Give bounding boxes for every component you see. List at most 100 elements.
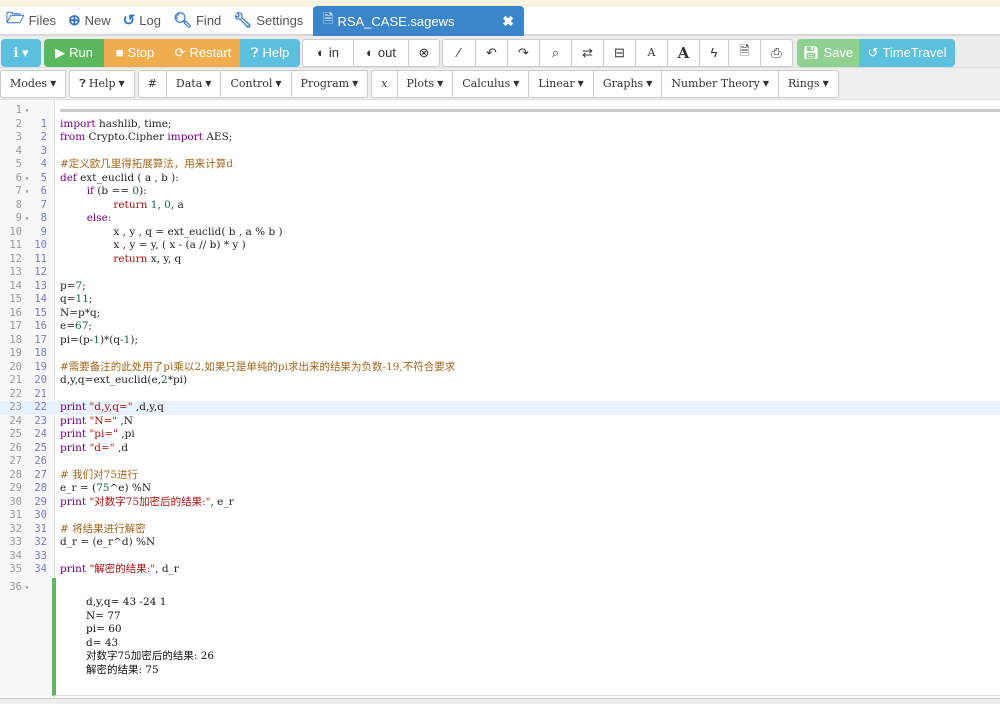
fold-arrow-icon[interactable]: ▾ bbox=[22, 212, 32, 226]
line-number: 31 bbox=[9, 509, 22, 521]
code-text: N=p*q; bbox=[60, 306, 101, 319]
code-line[interactable]: 22 21 bbox=[0, 388, 1000, 402]
tab-rsa-case[interactable]: 🗎 RSA_CASE.sagews ✖ bbox=[313, 6, 524, 36]
menu-control[interactable]: Control ▼ bbox=[220, 69, 292, 98]
replace-button[interactable]: ⇄ bbox=[571, 38, 604, 67]
nav-log[interactable]: ↺ Log bbox=[117, 6, 167, 34]
code-line[interactable]: 12 11 return x, y, q bbox=[0, 253, 1000, 267]
nav-find[interactable]: 🔍︎ Find bbox=[167, 6, 227, 34]
restart-button[interactable]: ⟳ Restart bbox=[166, 38, 240, 67]
line-number: 24 bbox=[9, 414, 22, 427]
code-line[interactable]: 24 23 print "N=" ,N bbox=[0, 415, 1000, 429]
code-line[interactable]: 33 32 d_r = (e_r^d) %N bbox=[0, 536, 1000, 550]
code-line[interactable]: 31 30 bbox=[0, 509, 1000, 523]
code-line[interactable]: 10 9 x , y , q = ext_euclid( b , a % b ) bbox=[0, 226, 1000, 240]
code-line[interactable]: 1 ▾ bbox=[0, 104, 1000, 118]
code-line[interactable]: 13 12 bbox=[0, 266, 1000, 280]
help-button[interactable]: ❓︎ Help bbox=[240, 38, 300, 67]
pdf-button[interactable]: 🗎 bbox=[728, 38, 761, 67]
code-line[interactable]: 25 24 print "pi=" ,pi bbox=[0, 428, 1000, 442]
font-larger-button[interactable]: A bbox=[667, 38, 700, 67]
editor-bottom-border bbox=[0, 698, 1000, 704]
menu-help[interactable]: ❓︎ Help ▼ bbox=[69, 69, 135, 98]
code-line[interactable]: 15 14 q=11; bbox=[0, 293, 1000, 307]
line-number: 36 bbox=[9, 581, 22, 593]
line-number: 15 bbox=[9, 293, 22, 305]
code-line[interactable]: 17 16 e=67; bbox=[0, 320, 1000, 334]
toggle-input-button[interactable]: ◐ in bbox=[302, 38, 354, 67]
menu-data[interactable]: Data ▼ bbox=[165, 69, 222, 98]
code-line[interactable]: 26 25 print "d=" ,d bbox=[0, 442, 1000, 456]
code-line[interactable]: 19 18 bbox=[0, 347, 1000, 361]
stop-button[interactable]: ■ Stop bbox=[104, 38, 166, 67]
code-line[interactable]: 43 bbox=[0, 145, 1000, 159]
code-line[interactable]: 6 ▾ 5 def ext_euclid ( a , b ): bbox=[0, 172, 1000, 186]
magic-button[interactable]: ⁄ bbox=[442, 38, 476, 67]
code-line[interactable]: 9 ▾ 8 else: bbox=[0, 212, 1000, 226]
code-line[interactable]: 30 29 print "对数字75加密后的结果:", e_r bbox=[0, 496, 1000, 510]
code-line[interactable]: 21 20 d,y,q=ext_euclid(e,2*pi) bbox=[0, 374, 1000, 388]
code-line[interactable]: 11 10 x , y = y, ( x - (a // b) * y ) bbox=[0, 239, 1000, 253]
code-line[interactable]: 27 26 bbox=[0, 455, 1000, 469]
code-line[interactable]: 28 27 # 我们对75进行 bbox=[0, 469, 1000, 483]
code-line[interactable]: 18 17 pi=(p-1)*(q-1); bbox=[0, 334, 1000, 348]
line-number: 26 bbox=[9, 441, 22, 454]
menu-rings[interactable]: Rings ▼ bbox=[777, 69, 839, 98]
delete-output-button[interactable]: ⊗ bbox=[408, 38, 440, 67]
code-line[interactable]: 29 28 e_r = (75^e) %N bbox=[0, 482, 1000, 496]
code-line[interactable]: 14 13 p=7; bbox=[0, 280, 1000, 294]
line-number: 13 bbox=[9, 266, 22, 278]
menu-modes[interactable]: Modes ▼ bbox=[0, 69, 67, 98]
code-line[interactable]: 20 19 #需要备注的此处用了pi乘以2,如果只是单纯的pi求出来的结果为负数-1… bbox=[0, 361, 1000, 375]
menu-x[interactable]: x bbox=[371, 69, 398, 98]
code-line[interactable]: 2 1 import hashlib, time; bbox=[0, 118, 1000, 132]
undo-button[interactable]: ↶ bbox=[475, 38, 508, 67]
menu-plots[interactable]: Plots ▼ bbox=[396, 69, 454, 98]
print-button[interactable]: ⎙ bbox=[760, 38, 793, 67]
menu-calculus[interactable]: Calculus ▼ bbox=[452, 69, 530, 98]
cell-line-number: 34 bbox=[34, 563, 47, 575]
nav-new[interactable]: ⊕ New bbox=[62, 6, 117, 34]
code-line[interactable]: 16 15 N=p*q; bbox=[0, 307, 1000, 321]
menu-graphs[interactable]: Graphs ▼ bbox=[592, 69, 663, 98]
run-button[interactable]: ▶ Run bbox=[44, 38, 104, 67]
code-line[interactable]: 23 22 print "d,y,q=" ,d,y,q bbox=[0, 401, 1000, 415]
menu-program[interactable]: Program ▼ bbox=[290, 69, 369, 98]
toggle-output-button[interactable]: ◐ out bbox=[353, 38, 409, 67]
bolt-button[interactable]: ϟ bbox=[699, 38, 729, 67]
line-number: 32 bbox=[9, 522, 22, 535]
history-icon: ↺ bbox=[122, 12, 136, 29]
code-line[interactable]: 5 4 #定义欧几里得拓展算法，用来计算d bbox=[0, 158, 1000, 172]
code-line[interactable]: 32 31 # 将结果进行解密 bbox=[0, 523, 1000, 537]
cell-line-number: 9 bbox=[40, 225, 47, 238]
code-line[interactable]: 7 ▾ 6 if (b == 0): bbox=[0, 185, 1000, 199]
cell-line-number: 14 bbox=[34, 293, 47, 305]
code-editor[interactable]: 1 ▾ 2 1 import hashlib, time; 3 2 from Crypto.C… bbox=[0, 101, 1000, 704]
menu-comment[interactable]: # bbox=[137, 69, 167, 98]
code-line[interactable]: 34 33 bbox=[0, 550, 1000, 564]
nav-settings[interactable]: 🔧︎ Settings bbox=[227, 6, 309, 34]
search-button[interactable]: ⌕ bbox=[539, 38, 572, 67]
font-smaller-button[interactable]: A bbox=[635, 38, 668, 67]
code-text: else: bbox=[86, 212, 112, 224]
fold-arrow-icon[interactable]: ▾ bbox=[22, 172, 32, 186]
save-button[interactable]: 💾︎ Save bbox=[797, 38, 859, 67]
line-number: 1 bbox=[15, 104, 22, 116]
fold-arrow-icon[interactable]: ▾ bbox=[22, 104, 32, 118]
fold-arrow-icon[interactable]: ▾ bbox=[22, 185, 32, 199]
code-line[interactable]: 35 34 print "解密的结果:", d_r bbox=[0, 563, 1000, 577]
info-dropdown-button[interactable]: ℹ ▾ bbox=[1, 38, 41, 67]
menu-number-theory[interactable]: Number Theory ▼ bbox=[661, 69, 779, 98]
nav-log-label: Log bbox=[139, 12, 161, 28]
close-tab-icon[interactable]: ✖ bbox=[502, 13, 514, 30]
fold-arrow-icon[interactable]: ▾ bbox=[22, 581, 32, 595]
code-line[interactable]: 3 2 from Crypto.Cipher import AES; bbox=[0, 131, 1000, 145]
split-view-button[interactable]: ⊟ bbox=[603, 38, 636, 67]
timetravel-button[interactable]: ↺ TimeTravel bbox=[859, 38, 955, 67]
redo-button[interactable]: ↷ bbox=[507, 38, 540, 67]
nav-files[interactable]: 🗁 Files bbox=[0, 6, 62, 34]
menu-linear[interactable]: Linear ▼ bbox=[528, 69, 594, 98]
font-large-icon: A bbox=[677, 43, 690, 62]
code-line[interactable]: 8 7 return 1, 0, a bbox=[0, 199, 1000, 213]
tab-title: RSA_CASE.sagews bbox=[337, 13, 455, 29]
